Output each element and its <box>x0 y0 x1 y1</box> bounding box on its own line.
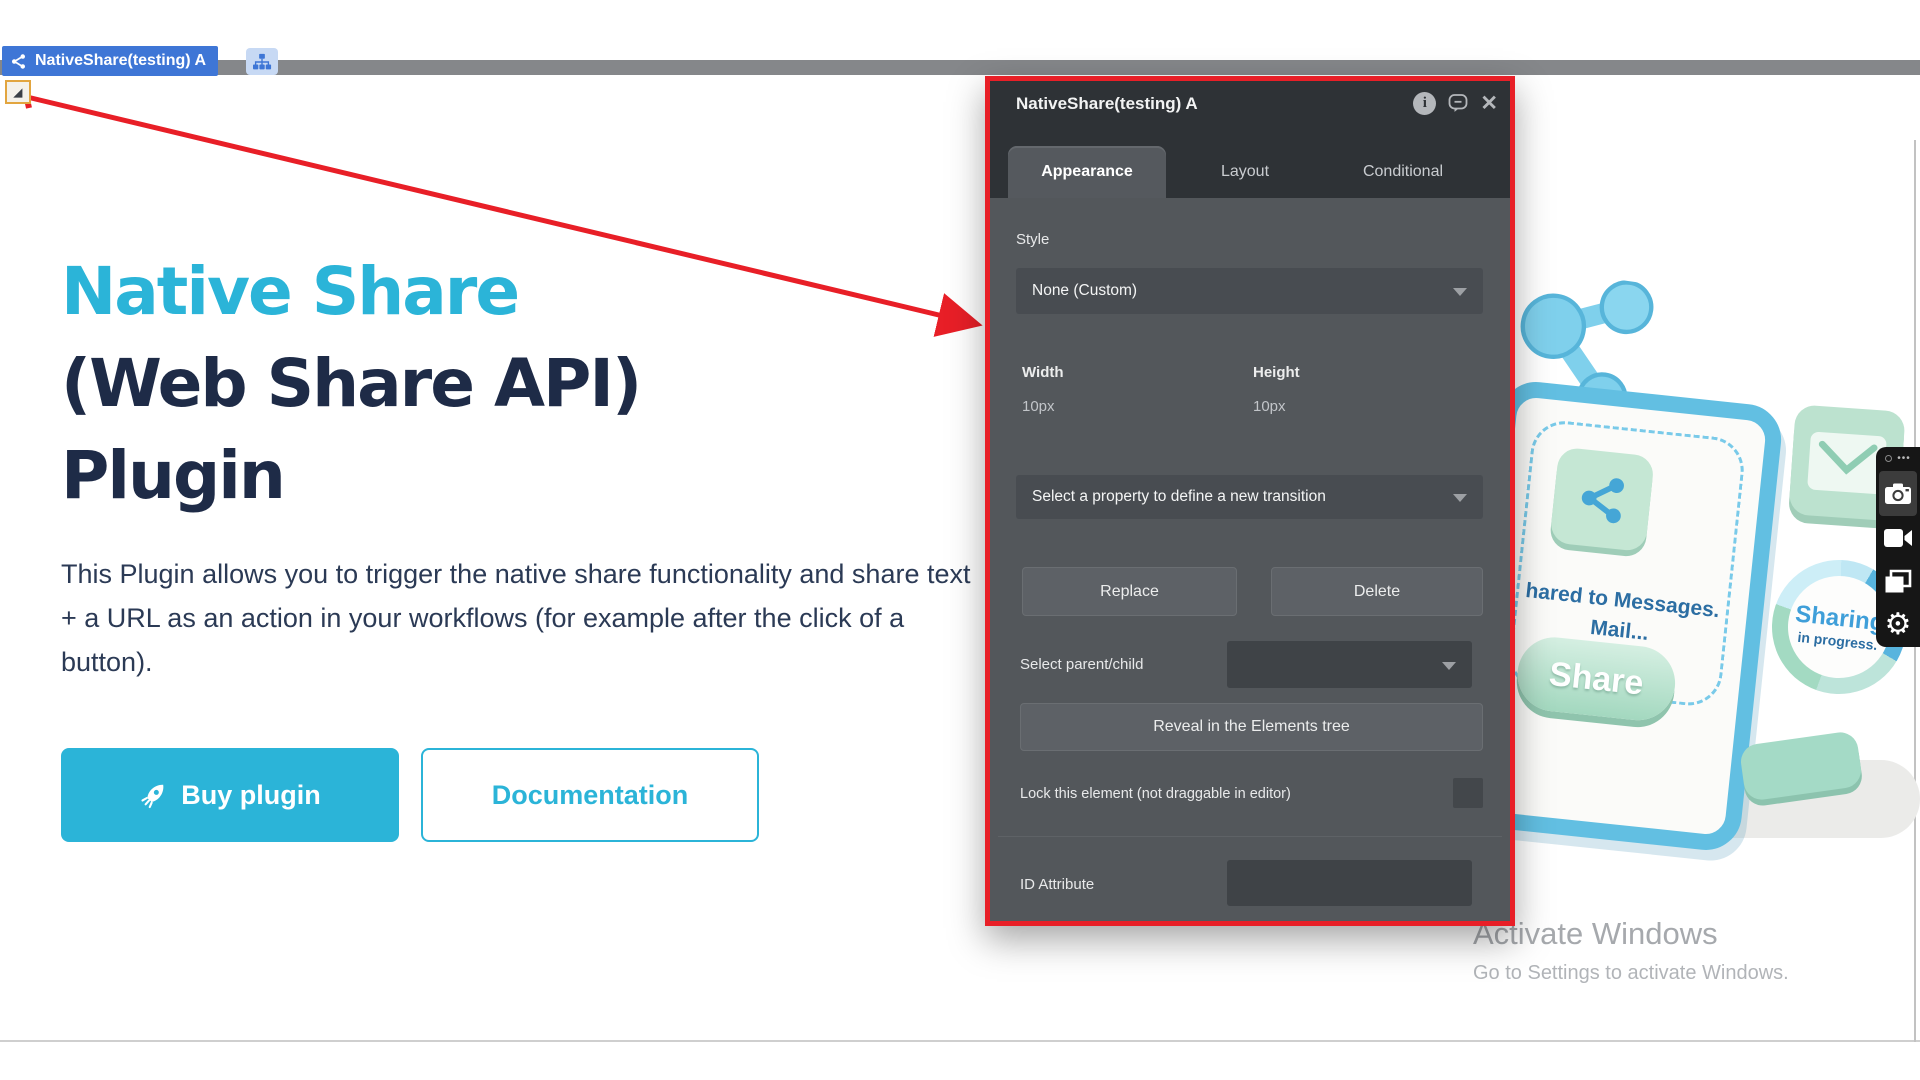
page-top-boundary-bar <box>0 60 1920 75</box>
id-attribute-label: ID Attribute <box>1020 876 1094 893</box>
panel-title: NativeShare(testing) A <box>1016 94 1198 114</box>
share-illustration: hared to Messages. Mail... Share Sharing… <box>1450 260 1920 860</box>
rocket-icon <box>139 780 169 810</box>
page-title-line1: Native Share <box>61 246 981 338</box>
panel-tabs: Appearance Layout Conditional <box>1008 146 1482 198</box>
transition-dropdown[interactable]: Select a property to define a new transi… <box>1016 475 1483 519</box>
selected-element-tab[interactable]: NativeShare(testing) A <box>2 46 218 76</box>
frames-icon[interactable] <box>1876 560 1920 604</box>
hero-description: This Plugin allows you to trigger the na… <box>61 552 971 684</box>
divider <box>998 836 1502 837</box>
style-dropdown[interactable]: None (Custom) <box>1016 268 1483 314</box>
bubble-editor-screen: NativeShare(testing) A ◢ Native Share (W… <box>0 0 1920 1080</box>
selected-element-label: NativeShare(testing) A <box>35 52 206 70</box>
share-app-icon <box>1549 447 1655 553</box>
panel-body: Style None (Custom) Width 10px Height 10… <box>990 198 1510 921</box>
elements-tree-button[interactable] <box>246 48 278 75</box>
chevron-down-icon <box>1442 662 1456 670</box>
replace-button[interactable]: Replace <box>1022 567 1237 616</box>
panel-header[interactable]: NativeShare(testing) A i ✕ Appearance La… <box>990 81 1510 198</box>
envelope-icon <box>1807 431 1887 494</box>
page-title-line3: Plugin <box>61 430 981 522</box>
toolbar-more-dots[interactable]: ••• <box>1885 447 1911 471</box>
page-bottom-divider <box>0 1040 1920 1042</box>
width-value: 10px <box>1022 398 1055 415</box>
documentation-button[interactable]: Documentation <box>421 748 759 842</box>
comment-icon[interactable] <box>1446 91 1470 115</box>
id-attribute-input[interactable] <box>1227 860 1472 906</box>
native-share-element-on-canvas[interactable]: ◢ <box>5 80 31 104</box>
style-label: Style <box>1016 231 1049 248</box>
page-title-line2: (Web Share API) <box>61 338 981 430</box>
style-dropdown-value: None (Custom) <box>1032 282 1137 300</box>
buy-plugin-button[interactable]: Buy plugin <box>61 748 399 842</box>
parent-child-dropdown[interactable] <box>1227 641 1472 688</box>
camera-icon[interactable] <box>1879 471 1917 517</box>
height-value: 10px <box>1253 398 1286 415</box>
share-icon <box>10 53 27 70</box>
page-title: Native Share (Web Share API) Plugin <box>61 246 981 522</box>
height-label: Height <box>1253 364 1300 381</box>
chevron-down-icon <box>1453 494 1467 502</box>
buy-plugin-label: Buy plugin <box>181 780 320 811</box>
close-icon[interactable]: ✕ <box>1480 93 1498 114</box>
hero-section: Native Share (Web Share API) Plugin This… <box>61 246 981 842</box>
lock-element-label: Lock this element (not draggable in edit… <box>1020 786 1291 802</box>
lock-element-checkbox[interactable] <box>1453 778 1483 808</box>
width-label: Width <box>1022 364 1064 381</box>
reveal-in-tree-button[interactable]: Reveal in the Elements tree <box>1020 703 1483 751</box>
documentation-label: Documentation <box>492 780 689 811</box>
chevron-down-icon <box>1453 288 1467 296</box>
transition-dropdown-value: Select a property to define a new transi… <box>1032 488 1326 506</box>
video-icon[interactable] <box>1876 516 1920 560</box>
sitemap-icon <box>252 53 272 71</box>
tab-conditional[interactable]: Conditional <box>1324 146 1482 198</box>
tab-appearance[interactable]: Appearance <box>1008 146 1166 198</box>
screen-capture-toolbar: ••• ⚙ <box>1876 447 1920 647</box>
parent-child-label: Select parent/child <box>1020 656 1143 673</box>
windows-activation-watermark: Activate Windows Go to Settings to activ… <box>1473 916 1789 985</box>
tab-layout[interactable]: Layout <box>1166 146 1324 198</box>
info-icon[interactable]: i <box>1413 92 1436 115</box>
delete-button[interactable]: Delete <box>1271 567 1483 616</box>
property-editor-panel: NativeShare(testing) A i ✕ Appearance La… <box>985 76 1515 926</box>
gear-icon[interactable]: ⚙ <box>1876 603 1920 647</box>
